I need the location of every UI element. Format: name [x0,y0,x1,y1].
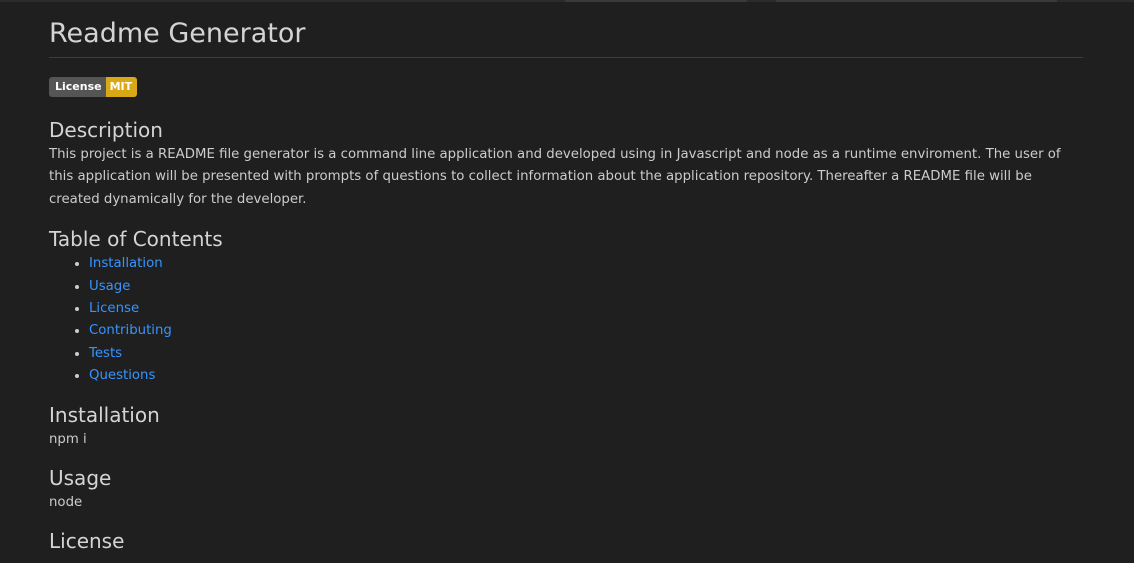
toc-item: Contributing [89,320,1083,342]
license-badge-label: License [49,77,106,97]
description-heading: Description [49,118,163,142]
license-badge[interactable]: License MIT [49,77,138,97]
license-badge-value: MIT [105,77,138,97]
toc-item: Usage [89,276,1083,298]
toc-heading: Table of Contents [49,227,223,252]
toc-item: License [89,298,1083,320]
installation-text: npm i [49,431,87,447]
markdown-preview: Readme Generator License MIT Description… [49,0,1083,554]
usage-text: node [49,495,83,511]
toc-link-contributing[interactable]: Contributing [89,323,172,338]
toc-link-usage[interactable]: Usage [89,279,130,294]
usage-heading: Usage [49,466,112,491]
toc-link-tests[interactable]: Tests [89,346,122,361]
toc-item: Installation [89,253,1083,275]
installation-heading: Installation [49,402,160,427]
description-text: This project is a README file generator … [49,147,1061,207]
toc-item: Questions [89,365,1083,387]
toc-list: Installation Usage License Contributing … [49,253,1083,387]
toc-link-questions[interactable]: Questions [89,368,155,383]
license-heading: License [49,529,125,554]
toc-link-installation[interactable]: Installation [89,256,163,271]
page-title: Readme Generator [49,18,1083,58]
toc-link-license[interactable]: License [89,301,139,316]
toc-item: Tests [89,343,1083,365]
